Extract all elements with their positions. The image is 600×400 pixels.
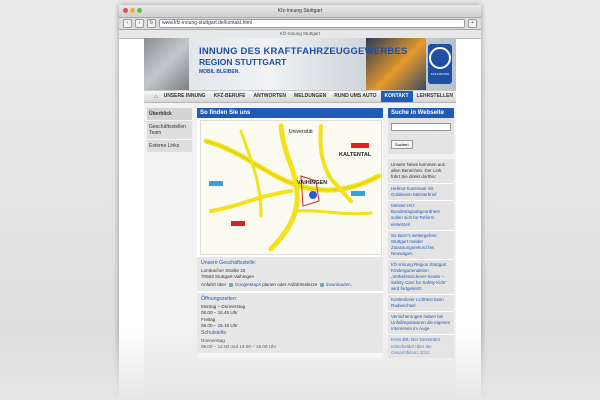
site-title: INNUNG DES KRAFTFAHRZEUGGEWERBES [199,46,408,57]
left-menu-team[interactable]: Geschäftsstellen Team [147,121,192,140]
browser-window: Kfz-Innung Stuttgart ‹ › ↻ www.kfz-innun… [119,5,481,400]
search-button[interactable]: Suchen [391,140,413,149]
browser-titlebar: Kfz-Innung Stuttgart [119,5,481,18]
download-link[interactable]: downloaden. [326,282,352,287]
office-heading: Unsere Geschäftsstelle: [201,260,257,266]
news-intro: Unsere News kommen aus allen Bereichen. … [388,159,454,184]
nav-kfz-berufe[interactable]: KFZ-BERUFE [210,91,250,102]
window-title: Kfz-Innung Stuttgart [277,8,323,14]
site-slogan: MOBIL BLEIBEN. [199,69,240,75]
hours-time-2: 08.00 – 15.15 Uhr [201,323,238,328]
hours-days-1: Montag – Donnerstag [201,304,246,309]
school-time: 09.00 – 12.00 und 14.00 – 16.00 Uhr [201,344,277,349]
school-heading: Schulstelle [201,330,227,336]
search-input[interactable] [391,123,451,131]
nav-meldungen[interactable]: MELDUNGEN [290,91,330,102]
home-icon[interactable]: ⌂ [154,94,158,100]
site-header: INNUNG DES KRAFTFAHRZEUGGEWERBES REGION … [144,38,456,90]
nav-kontakt[interactable]: KONTAKT [380,91,413,102]
hours-days-2: Freitag [201,317,216,322]
news-item[interactable]: Helmut Kussmaul mit Goldenem Meisterbrie… [388,183,454,201]
nav-lehrstellen[interactable]: LEHRSTELLEN [413,91,457,102]
map-label-universitaet: Universität [289,129,313,135]
news-item[interactable]: Meister-HU: Bundestagsabgeordnete sollen… [388,200,454,230]
forward-arrow-icon[interactable]: › [135,19,144,28]
news-item[interactable]: So kann's weitergehen: Stuttgart meldet … [388,229,454,259]
school-days: Donnerstag [201,338,225,343]
nav-unsere-innung[interactable]: UNSERE INNUNG [160,91,210,102]
map-link-icon [228,282,233,287]
nav-antworten[interactable]: ANTWORTEN [250,91,291,102]
left-menu-links[interactable]: Externe Links [147,140,192,153]
directions-map[interactable]: Universität KALTENTAL VAIHINGEN [200,120,382,255]
hours-time-1: 08.00 – 16.45 Uhr [201,310,238,315]
right-sidebar: Suche in Webseite Suchen Unsere News kom… [388,108,454,358]
logo-text: KFZ-INNUNG [430,72,450,76]
address-city: 70563 Stuttgart-Vaihingen [201,274,255,279]
main-navigation: ⌂ UNSERE INNUNG KFZ-BERUFE ANTWORTEN MEL… [144,90,456,103]
office-info: Unsere Geschäftsstelle: Lombacher Straße… [197,257,383,291]
reload-icon[interactable]: ↻ [147,19,156,28]
search-heading: Suche in Webseite [388,108,454,118]
page-title: So finden Sie uns [197,108,383,118]
opening-hours: Öffnungszeiten: Montag – Donnerstag 08.0… [197,293,383,353]
bookmark-icon[interactable]: + [468,19,477,28]
header-building-photo [144,38,189,90]
address-street: Lombacher Straße 22 [201,268,246,273]
close-window-icon[interactable] [123,8,128,13]
site-subtitle: REGION STUTTGART [199,57,287,67]
back-arrow-icon[interactable]: ‹ [123,19,132,28]
address-bar[interactable]: www.kfz-innung-stuttgart.de/kontakt.html [159,19,465,28]
destination-marker [309,191,317,199]
hours-heading: Öffnungszeiten: [201,296,238,302]
directions-prefix: Anfahrt über [201,282,227,287]
innung-logo[interactable]: KFZ-INNUNG [428,44,452,84]
download-icon [319,282,324,287]
googlemaps-link[interactable]: GoogleMaps [235,282,261,287]
logo-ring-icon [429,47,451,69]
news-item[interactable]: Versicherungen haben bei Unfallreparatur… [388,311,454,335]
window-controls [123,8,142,13]
browser-toolbar: ‹ › ↻ www.kfz-innung-stuttgart.de/kontak… [119,18,481,30]
nav-rund-ums-auto[interactable]: RUND UMS AUTO [330,91,380,102]
news-item[interactable]: Kreis BB: Der Dezember entscheidet über … [388,334,454,358]
directions-line: Anfahrt über GoogleMaps planen oder Anfa… [201,282,379,287]
minimize-window-icon[interactable] [130,8,135,13]
webpage: INNUNG DES KRAFTFAHRZEUGGEWERBES REGION … [144,38,456,400]
directions-mid: planen oder Anfahrtsskizze [262,282,318,287]
bookmarks-tab-title[interactable]: Kfz-Innung Stuttgart [280,31,320,36]
zoom-window-icon[interactable] [137,8,142,13]
main-content: So finden Sie uns Universität KALTENTAL … [197,108,383,358]
news-item[interactable]: Kfz-Innung Region Stuttgart Kindergarten… [388,258,454,295]
search-panel: Suchen [388,118,454,154]
left-menu-ueberblick[interactable]: Überblick [147,108,192,121]
left-sidebar: Überblick Geschäftsstellen Team Externe … [147,108,192,358]
map-graphic: Universität KALTENTAL VAIHINGEN [201,121,382,254]
map-label-kaltental: KALTENTAL [339,152,372,158]
news-item[interactable]: Kostenloser Lichttest beim Radwechsel [388,294,454,312]
map-label-vaihingen: VAIHINGEN [297,180,327,186]
